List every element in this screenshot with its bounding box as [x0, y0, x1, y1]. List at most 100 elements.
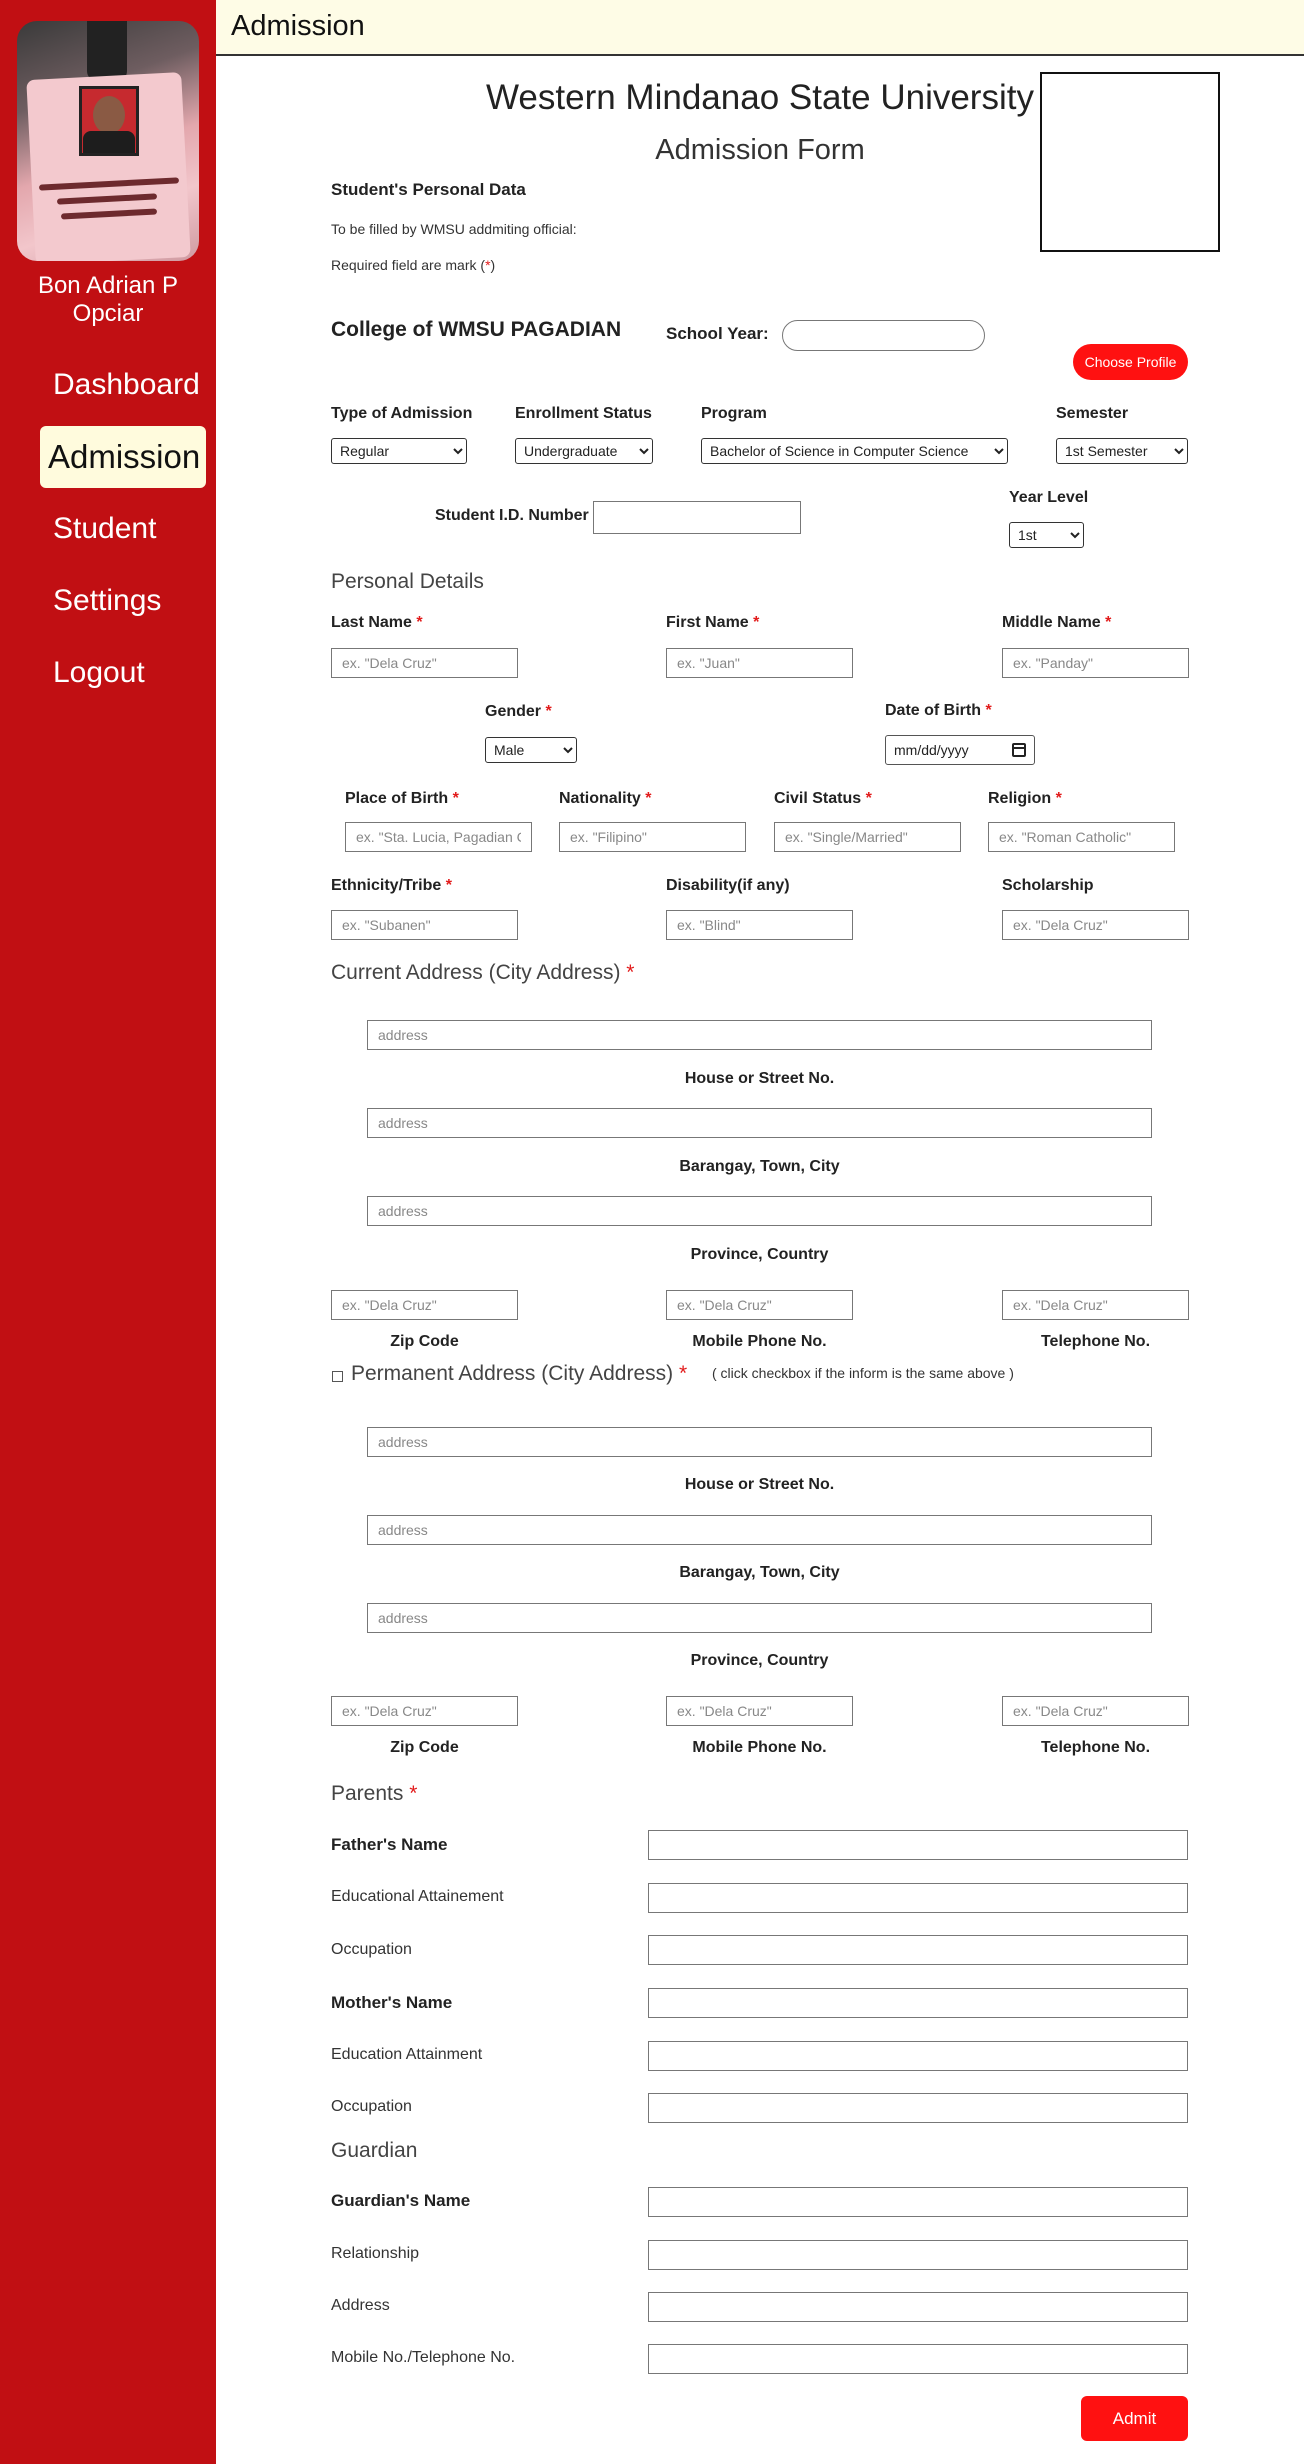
gender-select[interactable]: Male	[485, 737, 577, 763]
school-year-input[interactable]	[782, 320, 985, 351]
ethnicity-label: Ethnicity/Tribe *	[331, 877, 452, 894]
year-level-label: Year Level	[1009, 489, 1089, 506]
current-mobile-label: Mobile Phone No.	[692, 1333, 827, 1350]
father-name-input[interactable]	[648, 1830, 1188, 1860]
ethnicity-input[interactable]	[331, 910, 518, 940]
current-zip-input[interactable]	[331, 1290, 518, 1320]
father-occupation-input[interactable]	[648, 1935, 1188, 1965]
father-occupation-label: Occupation	[331, 1941, 412, 1958]
place-of-birth-input[interactable]	[345, 822, 532, 852]
permanent-telephone-input[interactable]	[1002, 1696, 1189, 1726]
permanent-house-input[interactable]	[367, 1427, 1152, 1457]
user-name: Bon Adrian P Opciar	[37, 272, 179, 327]
nav-logout[interactable]: Logout	[40, 642, 206, 704]
current-zip-label: Zip Code	[390, 1333, 459, 1350]
type-of-admission-label: Type of Admission	[331, 405, 473, 422]
student-id-label: Student I.D. Number	[435, 507, 589, 524]
enrollment-status-select[interactable]: Undergraduate	[515, 438, 653, 464]
permanent-mobile-input[interactable]	[666, 1696, 853, 1726]
guardian-relationship-input[interactable]	[648, 2240, 1188, 2270]
nav-settings[interactable]: Settings	[40, 570, 206, 632]
profile-photo-box	[1040, 72, 1220, 252]
permanent-barangay-label: Barangay, Town, City	[679, 1564, 840, 1581]
guardian-address-label: Address	[331, 2297, 390, 2314]
current-mobile-input[interactable]	[666, 1290, 853, 1320]
current-telephone-input[interactable]	[1002, 1290, 1189, 1320]
required-note: Required field are mark (*)	[331, 257, 496, 273]
current-address-heading: Current Address (City Address) *	[331, 961, 635, 984]
sidebar: Bon Adrian P Opciar Dashboard Admission …	[0, 0, 216, 2464]
nav-student[interactable]: Student	[40, 498, 206, 560]
mother-education-input[interactable]	[648, 2041, 1188, 2071]
nav-dashboard[interactable]: Dashboard	[40, 354, 206, 416]
last-name-input[interactable]	[331, 648, 518, 678]
type-of-admission-select[interactable]: Regular	[331, 438, 467, 464]
permanent-mobile-label: Mobile Phone No.	[692, 1739, 827, 1756]
parents-heading: Parents *	[331, 1782, 418, 1805]
program-label: Program	[701, 405, 767, 422]
enrollment-status-label: Enrollment Status	[515, 405, 652, 422]
guardian-name-input[interactable]	[648, 2187, 1188, 2217]
mother-occupation-label: Occupation	[331, 2098, 412, 2115]
college-name: College of WMSU PAGADIAN	[331, 318, 622, 341]
permanent-zip-label: Zip Code	[390, 1739, 459, 1756]
permanent-province-input[interactable]	[367, 1603, 1152, 1633]
father-education-label: Educational Attainement	[331, 1888, 504, 1905]
personal-details-heading: Personal Details	[331, 570, 484, 593]
current-barangay-label: Barangay, Town, City	[679, 1158, 840, 1175]
civil-status-label: Civil Status *	[774, 790, 872, 807]
current-province-input[interactable]	[367, 1196, 1152, 1226]
guardian-phone-input[interactable]	[648, 2344, 1188, 2374]
mother-education-label: Education Attainment	[331, 2046, 483, 2063]
personal-data-heading: Student's Personal Data	[331, 180, 526, 199]
top-bar: Admission	[216, 0, 1304, 56]
guardian-phone-label: Mobile No./Telephone No.	[331, 2349, 516, 2366]
program-select[interactable]: Bachelor of Science in Computer Science	[701, 438, 1008, 464]
semester-select[interactable]: 1st Semester	[1056, 438, 1188, 464]
mother-name-input[interactable]	[648, 1988, 1188, 2018]
guardian-name-label: Guardian's Name	[331, 2191, 471, 2210]
first-name-input[interactable]	[666, 648, 853, 678]
same-address-note: ( click checkbox if the inform is the sa…	[712, 1365, 1014, 1381]
permanent-province-label: Province, Country	[690, 1652, 829, 1669]
nationality-input[interactable]	[559, 822, 746, 852]
dob-label: Date of Birth *	[885, 702, 992, 719]
choose-profile-button[interactable]: Choose Profile	[1073, 344, 1188, 380]
place-of-birth-label: Place of Birth *	[345, 790, 459, 807]
father-education-input[interactable]	[648, 1883, 1188, 1913]
dob-input[interactable]: mm/dd/yyyy	[885, 735, 1035, 765]
current-house-input[interactable]	[367, 1020, 1152, 1050]
middle-name-label: Middle Name *	[1002, 614, 1112, 631]
student-id-input[interactable]	[593, 501, 801, 534]
guardian-address-input[interactable]	[648, 2292, 1188, 2322]
permanent-zip-input[interactable]	[331, 1696, 518, 1726]
last-name-label: Last Name *	[331, 614, 423, 631]
avatar	[17, 21, 199, 261]
permanent-barangay-input[interactable]	[367, 1515, 1152, 1545]
scholarship-input[interactable]	[1002, 910, 1189, 940]
middle-name-input[interactable]	[1002, 648, 1189, 678]
admit-button[interactable]: Admit	[1081, 2396, 1188, 2441]
mother-name-label: Mother's Name	[331, 1993, 453, 2012]
guardian-relationship-label: Relationship	[331, 2245, 420, 2262]
disability-input[interactable]	[666, 910, 853, 940]
official-note: To be filled by WMSU addmiting official:	[331, 221, 577, 237]
current-barangay-input[interactable]	[367, 1108, 1152, 1138]
first-name-label: First Name *	[666, 614, 760, 631]
permanent-house-label: House or Street No.	[684, 1476, 835, 1493]
gender-label: Gender *	[485, 703, 552, 720]
year-level-select[interactable]: 1st	[1009, 522, 1084, 548]
calendar-icon[interactable]	[1012, 743, 1026, 757]
religion-input[interactable]	[988, 822, 1175, 852]
father-name-label: Father's Name	[331, 1835, 448, 1854]
page-title: Admission	[231, 10, 365, 42]
same-address-checkbox[interactable]	[332, 1371, 343, 1382]
school-year-label: School Year:	[666, 324, 769, 343]
guardian-heading: Guardian	[331, 2139, 418, 2162]
semester-label: Semester	[1056, 405, 1129, 422]
nav-admission[interactable]: Admission	[40, 426, 206, 488]
civil-status-input[interactable]	[774, 822, 961, 852]
current-house-label: House or Street No.	[684, 1070, 835, 1087]
scholarship-label: Scholarship	[1002, 877, 1094, 894]
mother-occupation-input[interactable]	[648, 2093, 1188, 2123]
